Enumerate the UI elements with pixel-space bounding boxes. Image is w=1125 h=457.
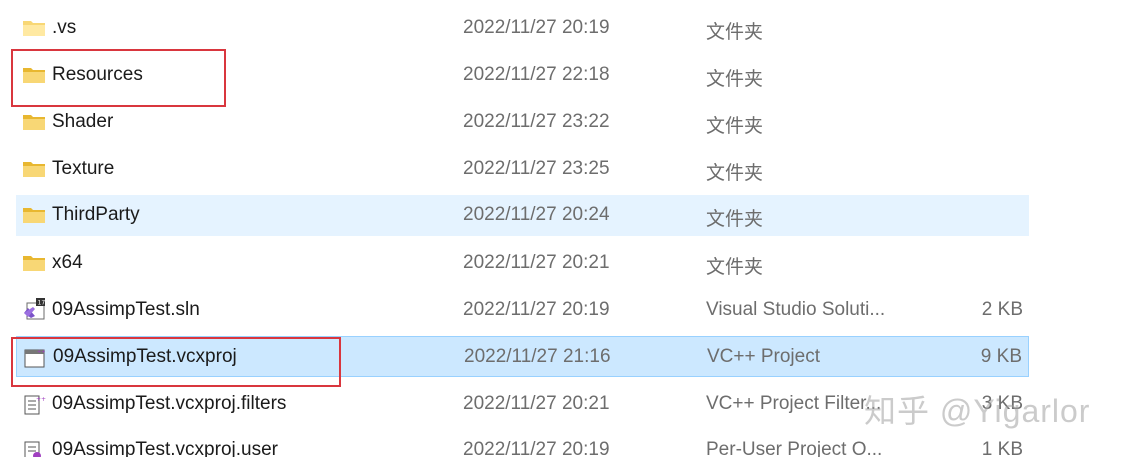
file-name: 09AssimpTest.vcxproj.user — [52, 439, 278, 457]
file-name: 09AssimpTest.sln — [52, 299, 200, 320]
file-row-vcxproj[interactable]: ++ 09AssimpTest.vcxproj 2022/11/27 21:16… — [16, 336, 1029, 377]
file-type: 文件夹 — [706, 209, 764, 230]
file-row-vs[interactable]: .vs 2022/11/27 20:19 文件夹 — [16, 8, 1029, 49]
file-type: 文件夹 — [706, 257, 764, 278]
svg-text:17: 17 — [38, 300, 46, 307]
file-row-x64[interactable]: x64 2022/11/27 20:21 文件夹 — [16, 243, 1029, 284]
file-name: Shader — [52, 111, 114, 132]
svg-text:++: ++ — [37, 349, 45, 355]
file-name: 09AssimpTest.vcxproj.filters — [52, 393, 287, 414]
file-name: ThirdParty — [52, 204, 140, 225]
watermark: 知乎 @Yigarlor — [864, 393, 1091, 429]
file-type: 文件夹 — [706, 116, 764, 137]
folder-icon — [22, 253, 46, 273]
file-row-user[interactable]: 09AssimpTest.vcxproj.user 2022/11/27 20:… — [16, 430, 1029, 457]
file-row-shader[interactable]: Shader 2022/11/27 23:22 文件夹 — [16, 102, 1029, 143]
file-type: VC++ Project — [707, 346, 820, 367]
file-type: 文件夹 — [706, 69, 764, 90]
svg-text:++: ++ — [36, 396, 46, 403]
file-size: 9 KB — [980, 346, 1022, 367]
file-list: .vs 2022/11/27 20:19 文件夹 Resources 2022/… — [0, 0, 1125, 457]
file-date: 2022/11/27 20:19 — [463, 299, 610, 320]
user-file-icon — [22, 440, 46, 457]
file-date: 2022/11/27 22:18 — [463, 64, 610, 85]
folder-icon — [22, 205, 46, 225]
file-name: Texture — [52, 158, 115, 179]
file-date: 2022/11/27 23:25 — [463, 158, 610, 179]
file-date: 2022/11/27 23:22 — [463, 111, 610, 132]
file-name: .vs — [52, 17, 77, 38]
file-row-resources[interactable]: Resources 2022/11/27 22:18 文件夹 — [16, 55, 1029, 96]
file-date: 2022/11/27 20:21 — [463, 252, 610, 273]
file-date: 2022/11/27 20:21 — [463, 393, 610, 414]
file-row-sln[interactable]: 17 09AssimpTest.sln 2022/11/27 20:19 Vis… — [16, 290, 1029, 331]
file-size: 2 KB — [981, 299, 1023, 320]
file-row-thirdparty[interactable]: ThirdParty 2022/11/27 20:24 文件夹 — [16, 195, 1029, 236]
file-row-texture[interactable]: Texture 2022/11/27 23:25 文件夹 — [16, 149, 1029, 190]
file-name: x64 — [52, 252, 83, 273]
file-date: 2022/11/27 21:16 — [464, 346, 611, 367]
file-size: 1 KB — [981, 439, 1023, 457]
file-type: Per-User Project O... — [706, 439, 883, 457]
file-date: 2022/11/27 20:19 — [463, 17, 610, 38]
file-type: 文件夹 — [706, 22, 764, 43]
file-date: 2022/11/27 20:19 — [463, 439, 610, 457]
filters-file-icon: ++ — [22, 394, 46, 415]
folder-icon — [22, 112, 46, 132]
folder-icon — [22, 159, 46, 179]
folder-icon — [22, 65, 46, 85]
file-type: 文件夹 — [706, 163, 764, 184]
vcxproj-icon: ++ — [23, 347, 47, 368]
file-type: Visual Studio Soluti... — [706, 299, 886, 320]
file-name: 09AssimpTest.vcxproj — [53, 346, 237, 367]
file-date: 2022/11/27 20:24 — [463, 204, 610, 225]
folder-icon — [22, 18, 46, 38]
vs-solution-icon: 17 — [22, 298, 46, 320]
file-name: Resources — [52, 64, 143, 85]
